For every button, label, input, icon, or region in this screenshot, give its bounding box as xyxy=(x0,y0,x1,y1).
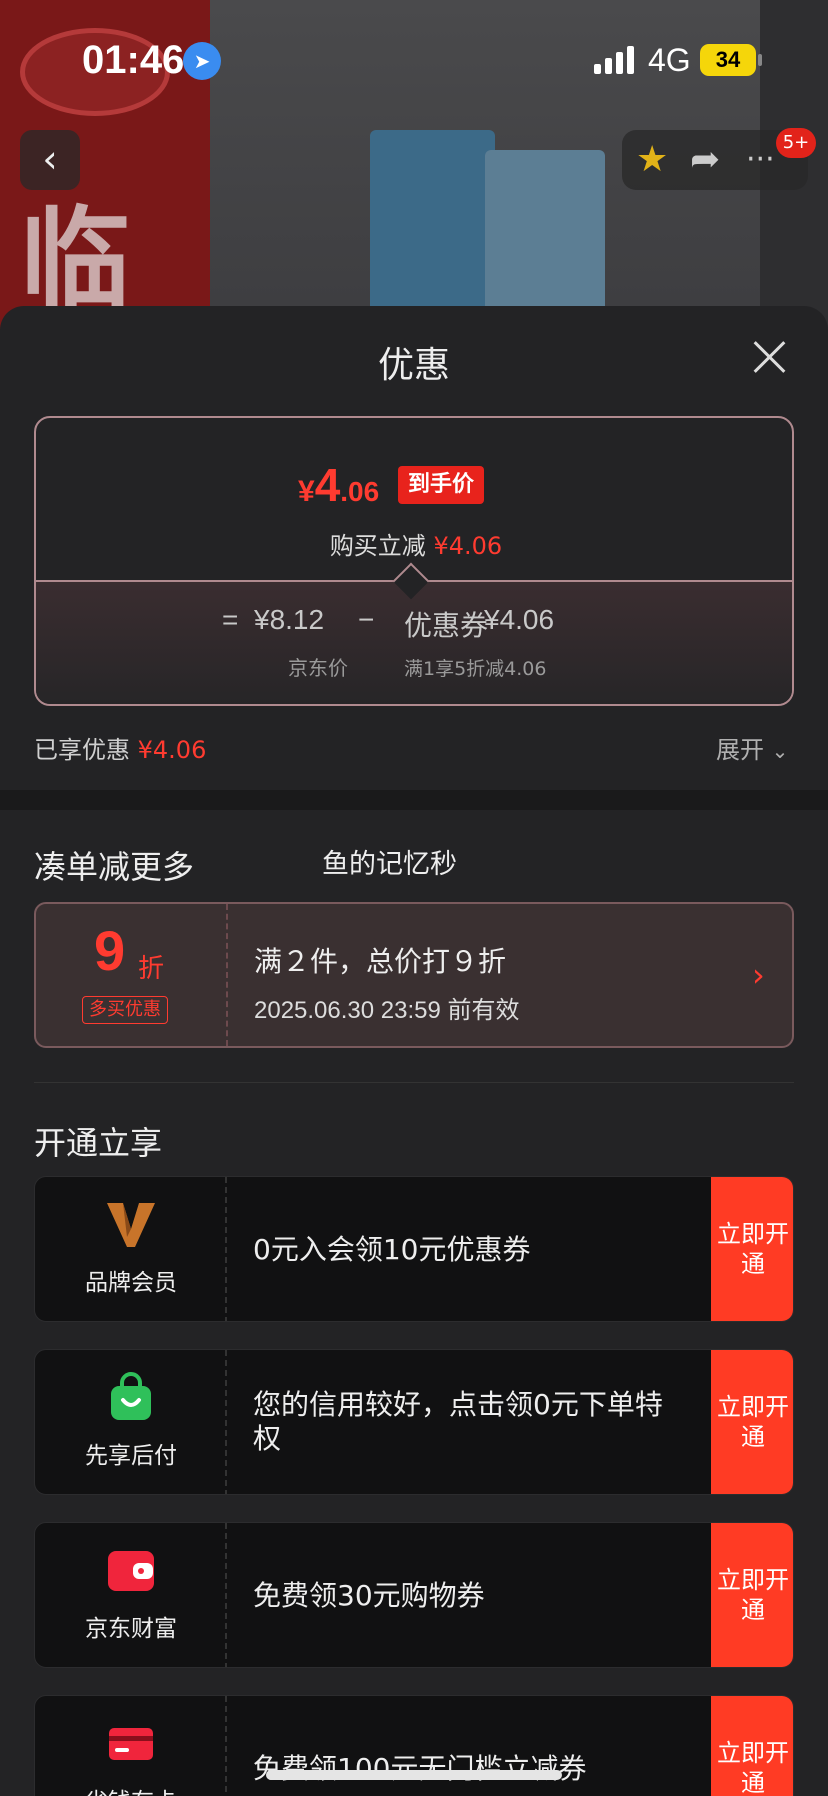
enjoyed-amount: ¥4.06 xyxy=(137,736,207,764)
more-icon[interactable]: ··· xyxy=(746,140,775,180)
enjoyed-label: 已享优惠 xyxy=(34,736,130,764)
brand-v-icon xyxy=(107,1203,155,1247)
instant-amount: ¥4.06 xyxy=(433,532,503,560)
discount-tag: 多买优惠 xyxy=(82,996,168,1024)
final-price-integer: 4 xyxy=(314,459,341,511)
jd-price-label: 京东价 xyxy=(288,656,348,680)
share-icon[interactable]: ➦ xyxy=(690,140,720,180)
shopping-bag-icon xyxy=(111,1372,151,1420)
open-button[interactable]: 立即开通 xyxy=(711,1696,793,1796)
price-summary: ¥4.06 到手价 购买立减 ¥4.06 xyxy=(36,418,792,580)
perk-text: 免费领30元购物券 xyxy=(253,1579,485,1612)
final-price-tag: 到手价 xyxy=(398,466,485,504)
coupon-label: 优惠券 xyxy=(404,610,489,641)
perk-label: 省钱有卡 xyxy=(35,1782,227,1796)
combo-main-text: 满２件，总价打９折 xyxy=(254,945,507,978)
combo-discount-badge: 9 折 多买优惠 xyxy=(36,904,228,1046)
price-breakdown: = ¥8.12 − 优惠券 ¥4.06 京东价 满1享5折减4.06 xyxy=(36,562,792,704)
discount-number: 9 xyxy=(94,919,126,982)
chevron-left-icon: ‹ xyxy=(42,137,58,181)
divider-line xyxy=(34,1082,794,1083)
open-button[interactable]: 立即开通 xyxy=(711,1523,793,1667)
perk-label: 先享后付 xyxy=(85,1443,177,1469)
perk-card-jd-wealth[interactable]: 京东财富 免费领30元购物券 立即开通 xyxy=(34,1522,794,1668)
battery-tip xyxy=(758,54,762,66)
final-price: ¥4.06 xyxy=(298,458,379,512)
chevron-down-icon: ⌄ xyxy=(771,739,789,763)
combo-offer-card[interactable]: 9 折 多买优惠 满２件，总价打９折 2025.06.30 23:59 前有效 … xyxy=(34,902,794,1048)
perks-section-title: 开通立享 xyxy=(34,1124,163,1162)
back-button[interactable]: ‹ xyxy=(20,130,80,190)
instant-label: 购买立减 xyxy=(329,532,426,560)
perk-label: 京东财富 xyxy=(85,1616,177,1642)
signal-icon xyxy=(594,46,634,74)
sheet-title: 优惠 xyxy=(377,345,450,386)
status-bar: 01:46 ➤ 4G 34 xyxy=(0,0,828,120)
combo-valid-text: 2025.06.30 23:59 前有效 xyxy=(254,997,520,1024)
close-icon[interactable] xyxy=(752,340,786,374)
final-price-decimal: .06 xyxy=(340,476,380,507)
open-button[interactable]: 立即开通 xyxy=(711,1350,793,1494)
battery-icon: 34 xyxy=(700,44,756,76)
wallet-icon xyxy=(108,1551,154,1591)
combo-section-title: 凑单减更多 xyxy=(34,848,195,886)
card-icon xyxy=(109,1728,153,1760)
product-tube xyxy=(485,150,605,330)
perk-card-savings-card[interactable]: 省钱有卡 免费领100元无门槛立减券 立即开通 xyxy=(34,1695,794,1796)
location-arrow-icon: ➤ xyxy=(183,42,221,80)
perk-text: 0元入会领10元优惠券 xyxy=(253,1233,531,1266)
discount-unit: 折 xyxy=(138,954,165,984)
discount-sheet: 优惠 ¥4.06 到手价 购买立减 ¥4.06 = ¥8.12 − 优惠券 ¥4… xyxy=(0,306,828,1796)
price-card: ¥4.06 到手价 购买立减 ¥4.06 = ¥8.12 − 优惠券 ¥4.06… xyxy=(34,416,794,706)
coupon-amount: ¥4.06 xyxy=(484,604,555,635)
perk-text: 免费领100元无门槛立减券 xyxy=(253,1752,587,1785)
currency-symbol: ¥ xyxy=(298,475,315,508)
enjoyed-discount: 已享优惠 ¥4.06 xyxy=(34,730,206,765)
perk-card-pay-later[interactable]: 先享后付 您的信用较好，点击领0元下单特权 立即开通 xyxy=(34,1349,794,1495)
expand-label: 展开 xyxy=(716,736,764,764)
equals-sign: = xyxy=(222,604,239,635)
message-badge: 5+ xyxy=(776,128,816,158)
star-icon[interactable]: ★ xyxy=(636,140,668,180)
perk-label: 品牌会员 xyxy=(85,1270,177,1296)
open-button[interactable]: 立即开通 xyxy=(711,1177,793,1321)
chevron-right-icon: › xyxy=(752,956,765,994)
product-box xyxy=(370,130,495,320)
perk-left: 京东财富 xyxy=(35,1523,227,1667)
status-time: 01:46 xyxy=(82,38,185,82)
home-indicator[interactable] xyxy=(266,1770,562,1780)
perk-card-brand-member[interactable]: 品牌会员 0元入会领10元优惠券 立即开通 xyxy=(34,1176,794,1322)
perk-left: 省钱有卡 xyxy=(35,1696,227,1796)
instant-discount: 购买立减 ¥4.06 xyxy=(36,526,792,561)
perk-left: 品牌会员 xyxy=(35,1177,227,1321)
jd-price: ¥8.12 xyxy=(254,604,325,635)
network-type: 4G xyxy=(648,42,691,78)
minus-sign: − xyxy=(358,604,375,635)
coupon-desc: 满1享5折减4.06 xyxy=(404,658,547,680)
username-overlay: 鱼的记忆秒 xyxy=(322,849,457,880)
perk-left: 先享后付 xyxy=(35,1350,227,1494)
expand-button[interactable]: 展开 ⌄ xyxy=(716,730,788,765)
section-divider xyxy=(0,790,828,810)
perk-text: 您的信用较好，点击领0元下单特权 xyxy=(253,1388,663,1455)
